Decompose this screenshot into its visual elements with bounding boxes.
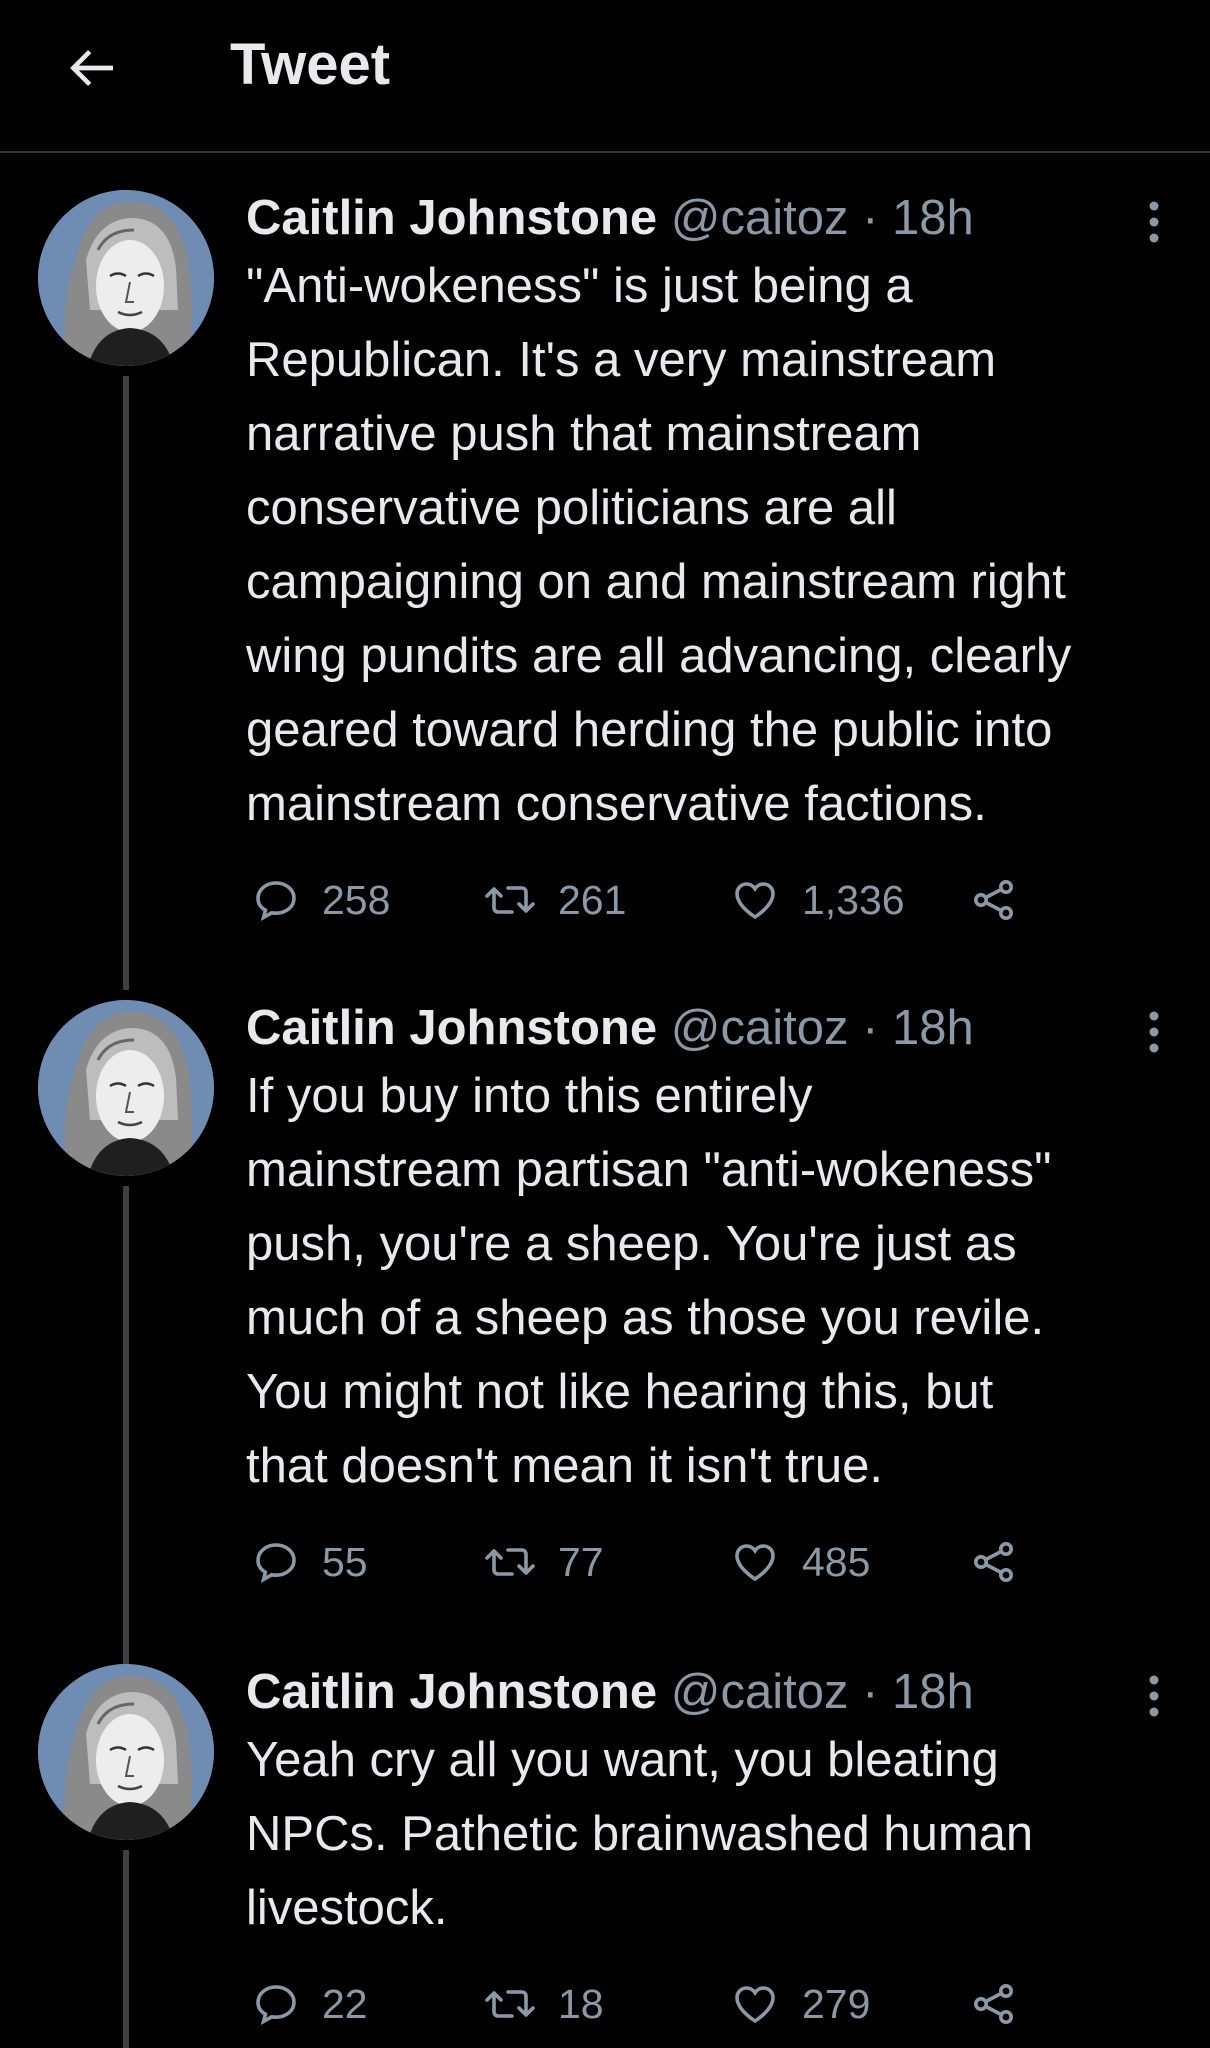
like-button[interactable]: 1,336	[730, 870, 905, 930]
more-vertical-icon	[1149, 201, 1159, 243]
tweet-text: If you buy into this entirely mainstream…	[246, 1069, 1052, 1493]
tweet-text: "Anti-wokeness" is just being a Republic…	[246, 259, 1072, 831]
author-handle[interactable]: @caitoz	[671, 191, 849, 245]
like-count: 279	[802, 1980, 871, 2027]
author-name[interactable]: Caitlin Johnstone	[246, 191, 657, 245]
action-bar: 22 18 279	[252, 1974, 1052, 2034]
tweet[interactable]: Caitlin Johnstone @caitoz · 18h Yeah cry…	[0, 1664, 1210, 2048]
tweet-header: Caitlin Johnstone @caitoz · 18h	[246, 1662, 1176, 1722]
share-button[interactable]	[970, 1532, 1040, 1592]
author-name[interactable]: Caitlin Johnstone	[246, 1001, 657, 1055]
retweet-count: 77	[558, 1538, 604, 1585]
retweet-button[interactable]: 18	[484, 1974, 604, 2034]
top-bar: Tweet	[0, 0, 1210, 153]
timestamp[interactable]: · 18h	[862, 1001, 974, 1055]
more-options-button[interactable]	[1132, 1674, 1176, 1718]
author-name[interactable]: Caitlin Johnstone	[246, 1665, 657, 1719]
thread-line	[123, 376, 129, 990]
tweet-header: Caitlin Johnstone @caitoz · 18h	[246, 998, 1176, 1058]
share-button[interactable]	[970, 870, 1040, 930]
like-count: 1,336	[802, 876, 905, 923]
reply-button[interactable]: 22	[252, 1974, 368, 2034]
like-count: 485	[802, 1538, 871, 1585]
reply-count: 258	[322, 876, 391, 923]
timestamp[interactable]: · 18h	[862, 191, 974, 245]
retweet-count: 18	[558, 1980, 604, 2027]
share-icon	[974, 1984, 1013, 2024]
like-button[interactable]: 485	[730, 1532, 870, 1592]
reply-icon	[256, 1985, 296, 2026]
share-button[interactable]	[970, 1974, 1040, 2034]
tweet-text: Yeah cry all you want, you bleating NPCs…	[246, 1733, 1034, 1935]
share-icon	[974, 1542, 1013, 1582]
reply-count: 22	[322, 1980, 368, 2027]
heart-icon	[735, 1544, 775, 1582]
reply-icon	[256, 1543, 296, 1584]
reply-button[interactable]: 55	[252, 1532, 368, 1592]
avatar[interactable]	[38, 1000, 214, 1176]
more-options-button[interactable]	[1132, 1010, 1176, 1054]
back-button[interactable]	[52, 28, 132, 108]
reply-icon	[256, 881, 296, 922]
page-title: Tweet	[230, 32, 391, 97]
retweet-icon	[485, 1990, 535, 2018]
arrow-left-icon	[70, 50, 113, 86]
thread-line	[123, 1186, 129, 1664]
retweet-button[interactable]: 77	[484, 1532, 604, 1592]
author-handle[interactable]: @caitoz	[671, 1001, 849, 1055]
reply-button[interactable]: 258	[252, 870, 390, 930]
retweet-icon	[485, 1548, 535, 1576]
action-bar: 258 261 1,336	[252, 870, 1052, 930]
like-button[interactable]: 279	[730, 1974, 870, 2034]
retweet-icon	[485, 886, 535, 914]
share-icon	[974, 880, 1013, 920]
avatar[interactable]	[38, 190, 214, 366]
more-vertical-icon	[1149, 1011, 1159, 1053]
retweet-count: 261	[558, 876, 627, 923]
thread-line	[123, 1850, 129, 2048]
heart-icon	[735, 882, 775, 920]
avatar[interactable]	[38, 1664, 214, 1840]
tweet[interactable]: Caitlin Johnstone @caitoz · 18h If you b…	[0, 1000, 1210, 1664]
heart-icon	[735, 1986, 775, 2024]
more-options-button[interactable]	[1132, 200, 1176, 244]
author-handle[interactable]: @caitoz	[671, 1665, 849, 1719]
reply-count: 55	[322, 1538, 368, 1585]
action-bar: 55 77 485	[252, 1532, 1052, 1592]
retweet-button[interactable]: 261	[484, 870, 626, 930]
more-vertical-icon	[1149, 1675, 1159, 1717]
tweet-header: Caitlin Johnstone @caitoz · 18h	[246, 188, 1176, 248]
timestamp[interactable]: · 18h	[862, 1665, 974, 1719]
tweet[interactable]: Caitlin Johnstone @caitoz · 18h "Anti-wo…	[0, 190, 1210, 990]
